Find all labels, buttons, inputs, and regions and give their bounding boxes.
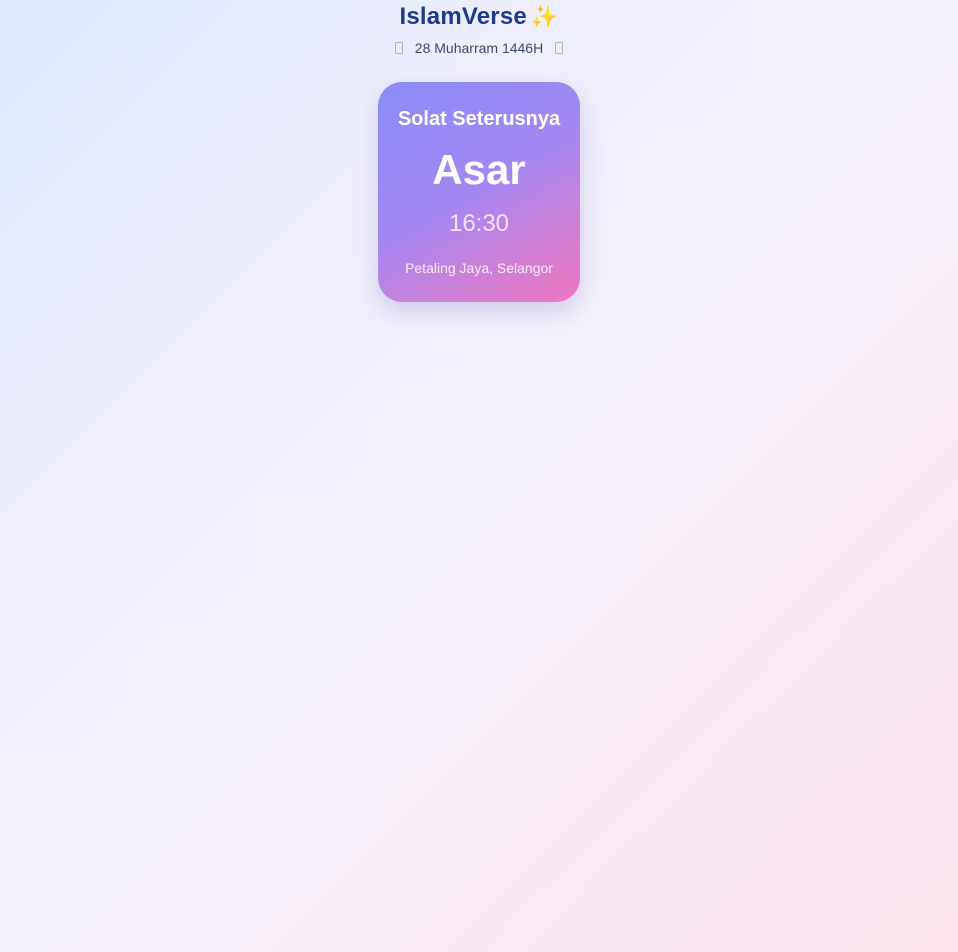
app-title-text: IslamVerse [399, 3, 527, 30]
next-prayer-time: 16:30 [448, 210, 510, 237]
hijri-date-row: 28 Muharram 1446H [0, 38, 958, 58]
prayer-location: Petaling Jaya, Selangor [405, 260, 553, 276]
next-prayer-card[interactable]: Solat Seterusnya Asar 16:30 Petaling Jay… [378, 82, 580, 302]
next-prayer-name: Asar [432, 146, 526, 193]
moon-icon [394, 42, 403, 54]
hijri-date: 28 Muharram 1446H [414, 40, 544, 56]
app-header: IslamVerse ✨ 28 Muharram 1446H [0, 0, 958, 58]
app-title: IslamVerse ✨ [0, 2, 958, 32]
next-prayer-label: Solat Seterusnya [397, 108, 561, 130]
moon-icon [555, 42, 564, 54]
sparkles-icon: ✨ [530, 4, 559, 29]
